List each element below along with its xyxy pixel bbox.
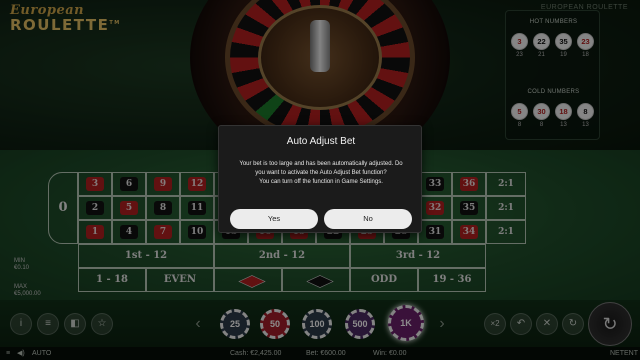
dialog-message-line1: Your bet is too large and has been autom…: [239, 161, 403, 167]
dialog-message-line3: You can turn off the function in Game Se…: [259, 179, 383, 185]
yes-button[interactable]: Yes: [230, 209, 318, 229]
auto-adjust-bet-dialog: Auto Adjust Bet Your bet is too large an…: [218, 125, 422, 233]
dialog-title: Auto Adjust Bet: [286, 136, 356, 147]
dialog-message-line2: you want to activate the Auto Adjust Bet…: [255, 170, 387, 176]
no-button[interactable]: No: [324, 209, 412, 229]
